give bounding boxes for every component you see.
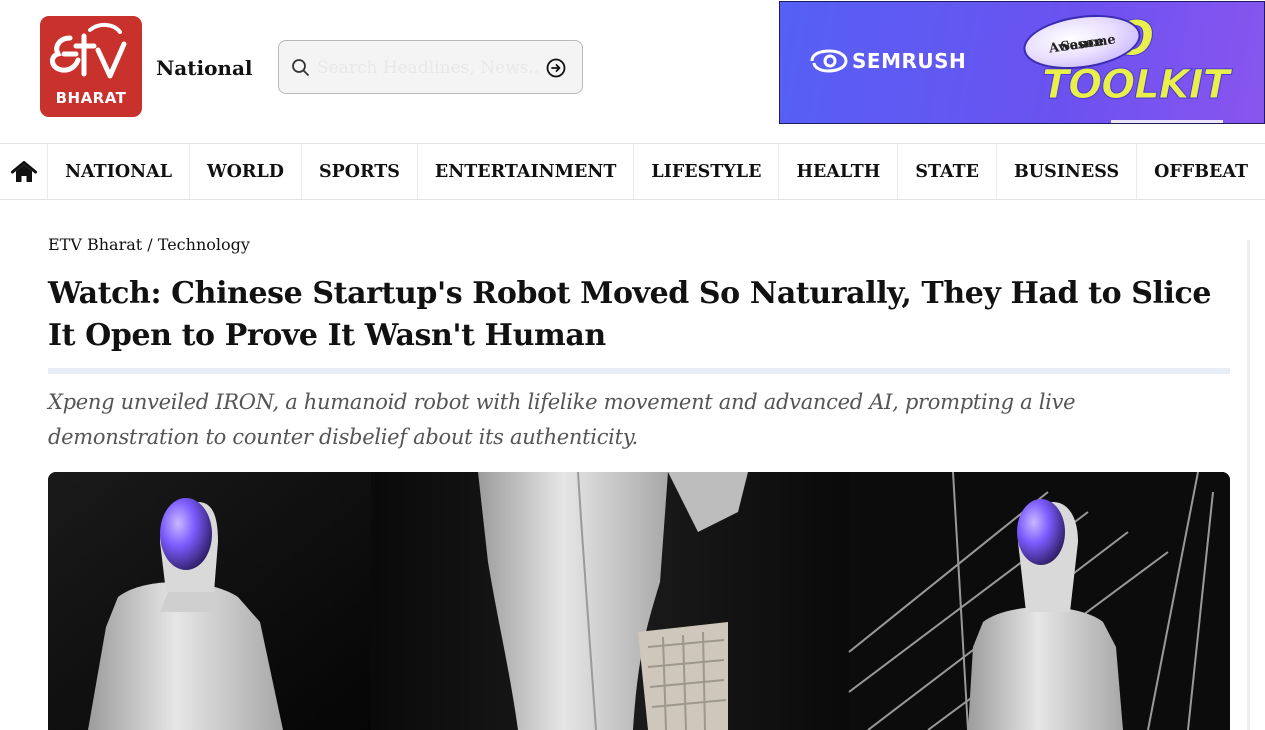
badge-line-2: Sauce: [1059, 34, 1105, 55]
home-icon: [10, 160, 37, 182]
nav-item-entertainment[interactable]: ENTERTAINMENT: [418, 144, 635, 199]
humanoid-robot-photo: [48, 472, 1230, 730]
search-submit-arrow-icon[interactable]: [545, 57, 567, 79]
nav-item-business[interactable]: BUSINESS: [997, 144, 1138, 199]
breadcrumb-separator: /: [142, 235, 158, 254]
ad-progress-bar: [1111, 120, 1223, 123]
nav-item-sports[interactable]: SPORTS: [302, 144, 418, 199]
semrush-brand-text: SEMRUSH: [852, 49, 967, 73]
semrush-logo: SEMRUSH: [810, 49, 966, 73]
semrush-flame-icon: [810, 49, 848, 73]
etv-logo-mark-icon: [50, 23, 127, 79]
semrush-ad-banner[interactable]: SEMRUSH SEO TOOLKIT AwesomeSauce: [779, 1, 1265, 124]
search-box: [278, 40, 583, 94]
article-hero-image[interactable]: [48, 472, 1230, 730]
home-button[interactable]: [0, 144, 49, 199]
breadcrumb-home-link[interactable]: ETV Bharat: [48, 235, 142, 254]
site-header: BHARAT National SEMRUSH SEO TOOLKIT Awes…: [0, 0, 1265, 143]
sidebar-divider: [1247, 240, 1250, 730]
article-title: Watch: Chinese Startup's Robot Moved So …: [48, 276, 1212, 353]
search-input[interactable]: [317, 53, 541, 83]
search-icon: [292, 59, 309, 76]
logo-wordmark: BHARAT: [55, 89, 127, 107]
article-summary: Xpeng unveiled IRON, a humanoid robot wi…: [48, 390, 1076, 449]
etv-bharat-logo[interactable]: BHARAT: [40, 16, 142, 117]
nav-item-lifestyle[interactable]: LIFESTYLE: [634, 144, 780, 199]
breadcrumb: ETV Bharat / Technology: [48, 235, 250, 254]
breadcrumb-section-link[interactable]: Technology: [158, 235, 250, 254]
title-divider: [48, 368, 1230, 374]
nav-item-health[interactable]: HEALTH: [779, 144, 899, 199]
edition-label[interactable]: National: [156, 56, 253, 80]
main-nav: NATIONAL WORLD SPORTS ENTERTAINMENT LIFE…: [0, 143, 1265, 200]
nav-item-offbeat[interactable]: OFFBEAT: [1137, 144, 1265, 199]
nav-item-national[interactable]: NATIONAL: [48, 144, 191, 199]
nav-item-state[interactable]: STATE: [898, 144, 998, 199]
nav-item-world[interactable]: WORLD: [190, 144, 302, 199]
